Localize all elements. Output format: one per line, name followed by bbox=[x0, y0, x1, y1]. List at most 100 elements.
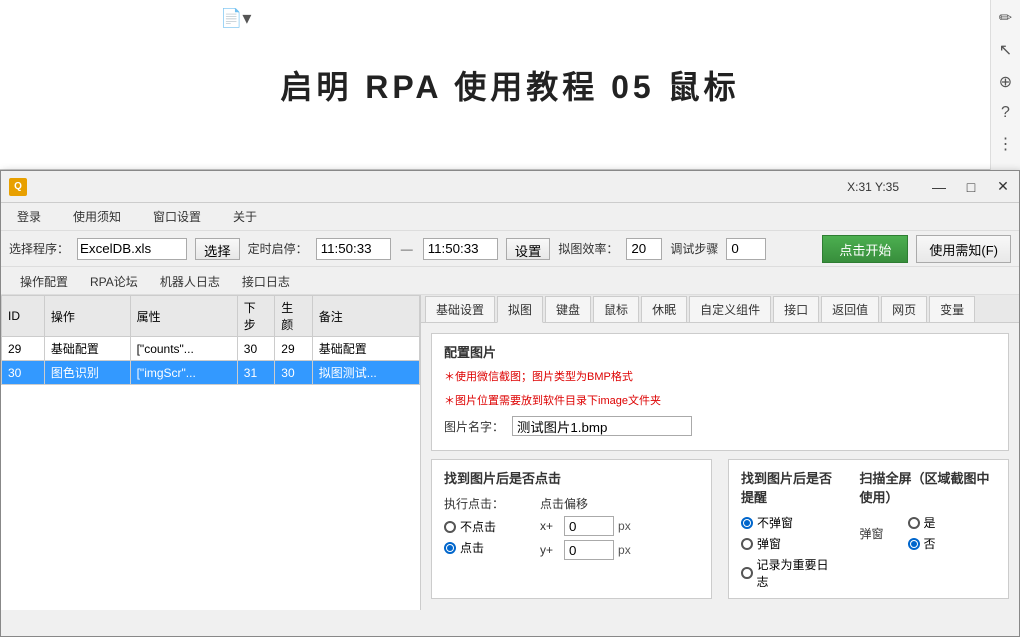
log-option[interactable]: 记录为重要日志 bbox=[741, 556, 836, 590]
time2-input[interactable] bbox=[423, 238, 498, 260]
table-row[interactable]: 30 图色识别 ["imgScr"... 31 30 拟图测试... bbox=[2, 361, 420, 385]
close-button[interactable]: ✕ bbox=[987, 171, 1019, 203]
tab-rpa-forum[interactable]: RPA论坛 bbox=[79, 268, 149, 294]
tab-return-value[interactable]: 返回值 bbox=[821, 296, 879, 322]
tab-robot-log[interactable]: 机器人日志 bbox=[149, 268, 231, 294]
execute-label-row: 执行点击： bbox=[444, 495, 504, 512]
scan-yes-no: 是 否 bbox=[908, 514, 936, 552]
menu-login[interactable]: 登录 bbox=[9, 204, 49, 229]
toolbar: 选择程序： 选择 定时启停： — 设置 拟图效率： 调试步骤 点击开始 使用需知… bbox=[1, 231, 1019, 267]
tab-keyboard[interactable]: 键盘 bbox=[545, 296, 591, 322]
no-popup-option[interactable]: 不弹窗 bbox=[741, 514, 836, 531]
click-option[interactable]: 点击 bbox=[444, 539, 504, 556]
tab-image-find[interactable]: 拟图 bbox=[497, 296, 543, 323]
program-select[interactable] bbox=[77, 238, 187, 260]
click-offset-section: 点击偏移 x+ px y+ px bbox=[540, 495, 631, 564]
preview-document-icon: 📄▾ bbox=[220, 8, 251, 29]
click-radio[interactable] bbox=[444, 542, 456, 554]
find-popup-title: 找到图片后是否提醒 bbox=[741, 468, 836, 506]
help-icon[interactable]: ? bbox=[1001, 104, 1010, 122]
coordinates-display: X:31 Y:35 bbox=[847, 180, 899, 194]
scan-yes-label: 是 bbox=[924, 514, 936, 531]
config-panel: 配置图片 ＊使用微信截图；图片类型为BMP格式 ＊图片位置需要放到软件目录下im… bbox=[421, 323, 1019, 610]
cell-note: 拟图测试... bbox=[312, 361, 419, 385]
select-button[interactable]: 选择 bbox=[195, 238, 240, 260]
log-radio[interactable] bbox=[741, 567, 753, 579]
tab-mouse[interactable]: 鼠标 bbox=[593, 296, 639, 322]
grid-icon[interactable]: ⋮ bbox=[998, 134, 1014, 154]
click-offset-title: 点击偏移 bbox=[540, 495, 631, 512]
scan-col: 扫描全屏（区域截图中使用） 弹窗 是 bbox=[860, 468, 997, 552]
scan-no-radio[interactable] bbox=[908, 538, 920, 550]
cell-attr: ["counts"... bbox=[130, 337, 237, 361]
scan-title: 扫描全屏（区域截图中使用） bbox=[860, 468, 997, 506]
no-popup-radio[interactable] bbox=[741, 517, 753, 529]
scan-yes-option[interactable]: 是 bbox=[908, 514, 936, 531]
help-button[interactable]: 使用需知(F) bbox=[916, 235, 1011, 263]
scan-yes-radio[interactable] bbox=[908, 517, 920, 529]
y-offset-input[interactable] bbox=[564, 540, 614, 560]
time1-input[interactable] bbox=[316, 238, 391, 260]
timer-label: 定时启停： bbox=[248, 240, 308, 257]
config-tab-bar: 基础设置 拟图 键盘 鼠标 休眠 自定义组件 接口 返回值 网页 变量 bbox=[421, 295, 1019, 323]
popup-label: 弹窗 bbox=[757, 535, 781, 552]
menu-about[interactable]: 关于 bbox=[225, 204, 265, 229]
menu-window[interactable]: 窗口设置 bbox=[145, 204, 209, 229]
minimize-button[interactable]: — bbox=[923, 171, 955, 203]
no-click-label: 不点击 bbox=[460, 518, 496, 535]
popup-radio[interactable] bbox=[741, 538, 753, 550]
scan-popup-label: 弹窗 bbox=[860, 525, 900, 542]
title-bar: Q X:31 Y:35 — □ ✕ bbox=[1, 171, 1019, 203]
click-label: 点击 bbox=[460, 539, 484, 556]
zoom-icon[interactable]: ⊕ bbox=[999, 72, 1012, 92]
start-button[interactable]: 点击开始 bbox=[822, 235, 908, 263]
scan-no-option[interactable]: 否 bbox=[908, 535, 936, 552]
efficiency-input[interactable] bbox=[626, 238, 662, 260]
settings-button[interactable]: 设置 bbox=[506, 238, 551, 260]
tab-web[interactable]: 网页 bbox=[881, 296, 927, 322]
y-offset-row: y+ px bbox=[540, 540, 631, 560]
y-unit: px bbox=[618, 543, 631, 557]
cell-op: 基础配置 bbox=[44, 337, 130, 361]
preview-area: 📄▾ 启明 RPA 使用教程 05 鼠标 ✏ ↖ ⊕ ? ⋮ bbox=[0, 0, 1020, 170]
y-label: y+ bbox=[540, 543, 560, 557]
image-config-section: 配置图片 ＊使用微信截图；图片类型为BMP格式 ＊图片位置需要放到软件目录下im… bbox=[431, 333, 1009, 451]
table-area: ID 操作 属性 下步 生颜 备注 29 基础配置 ["counts"... 3… bbox=[1, 295, 421, 610]
debug-step-input[interactable] bbox=[726, 238, 766, 260]
execute-label: 执行点击： bbox=[444, 495, 504, 512]
log-label: 记录为重要日志 bbox=[757, 556, 836, 590]
tab-operation-config[interactable]: 操作配置 bbox=[9, 268, 79, 294]
x-offset-row: x+ px bbox=[540, 516, 631, 536]
table-row[interactable]: 29 基础配置 ["counts"... 30 29 基础配置 bbox=[2, 337, 420, 361]
tab-variable[interactable]: 变量 bbox=[929, 296, 975, 322]
cell-note: 基础配置 bbox=[312, 337, 419, 361]
cell-next: 30 bbox=[237, 337, 275, 361]
image-name-input[interactable] bbox=[512, 416, 692, 436]
no-click-option[interactable]: 不点击 bbox=[444, 518, 504, 535]
tab-custom-component[interactable]: 自定义组件 bbox=[689, 296, 771, 322]
header-next: 下步 bbox=[237, 296, 275, 337]
app-icon: Q bbox=[9, 178, 27, 196]
maximize-button[interactable]: □ bbox=[955, 171, 987, 203]
find-click-title: 找到图片后是否点击 bbox=[444, 468, 699, 487]
time-separator: — bbox=[399, 242, 415, 256]
tab-basic-settings[interactable]: 基础设置 bbox=[425, 296, 495, 322]
menu-notice[interactable]: 使用须知 bbox=[65, 204, 129, 229]
tab-interface[interactable]: 接口 bbox=[773, 296, 819, 322]
popup-option[interactable]: 弹窗 bbox=[741, 535, 836, 552]
cursor-icon[interactable]: ↖ bbox=[999, 40, 1012, 60]
cell-result: 30 bbox=[275, 361, 313, 385]
pencil-icon[interactable]: ✏ bbox=[999, 8, 1012, 28]
config-area: 基础设置 拟图 键盘 鼠标 休眠 自定义组件 接口 返回值 网页 变量 配置图片… bbox=[421, 295, 1019, 610]
tab-sleep[interactable]: 休眠 bbox=[641, 296, 687, 322]
two-col-section: 找到图片后是否点击 执行点击： 不点击 bbox=[431, 459, 1009, 607]
find-popup-section: 找到图片后是否提醒 不弹窗 弹窗 bbox=[728, 459, 1009, 599]
image-config-title: 配置图片 bbox=[444, 342, 996, 361]
no-click-radio[interactable] bbox=[444, 521, 456, 533]
tab-interface-log[interactable]: 接口日志 bbox=[231, 268, 301, 294]
x-offset-input[interactable] bbox=[564, 516, 614, 536]
cell-result: 29 bbox=[275, 337, 313, 361]
no-popup-label: 不弹窗 bbox=[757, 514, 793, 531]
image-name-row: 图片名字： bbox=[444, 416, 996, 436]
content-area: ID 操作 属性 下步 生颜 备注 29 基础配置 ["counts"... 3… bbox=[1, 295, 1019, 610]
